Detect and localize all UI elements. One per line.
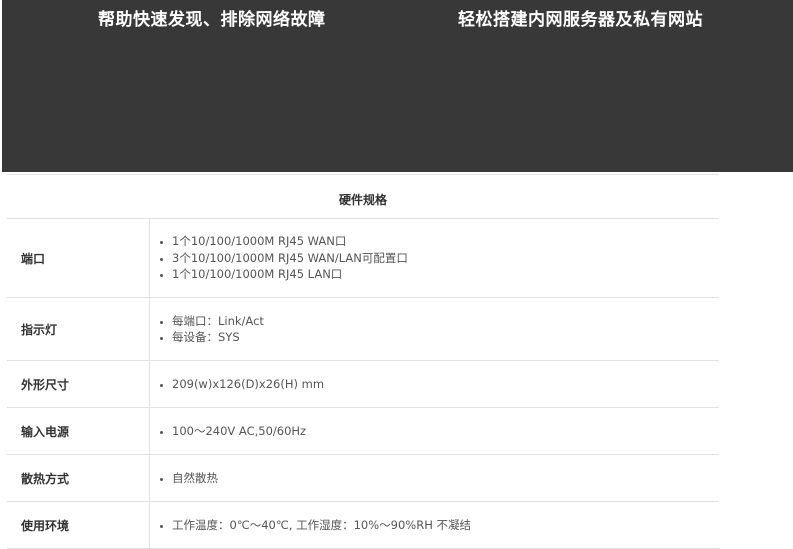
spec-row-ports: 端口 1个10/100/1000M RJ45 WAN口 3个10/100/100…: [7, 219, 719, 298]
spec-item: 工作温度：0℃～40℃, 工作湿度：10%～90%RH 不凝结: [172, 517, 471, 534]
banner-caption-right: 轻松搭建内网服务器及私有网站: [458, 10, 703, 30]
spec-row-indicators: 指示灯 每端口：Link/Act 每设备：SYS: [7, 298, 719, 361]
spec-value: 工作温度：0℃～40℃, 工作湿度：10%～90%RH 不凝结: [150, 502, 719, 548]
spec-item: 3个10/100/1000M RJ45 WAN/LAN可配置口: [172, 250, 408, 267]
spec-row-power: 输入电源 100～240V AC,50/60Hz: [7, 408, 719, 455]
spec-row-environment: 使用环境 工作温度：0℃～40℃, 工作湿度：10%～90%RH 不凝结: [7, 502, 719, 549]
spec-label: 外形尺寸: [7, 361, 150, 407]
spec-label: 散热方式: [7, 455, 150, 501]
spec-value: 209(w)x126(D)x26(H) mm: [150, 361, 719, 407]
spec-value: 每端口：Link/Act 每设备：SYS: [150, 298, 719, 360]
spec-item: 209(w)x126(D)x26(H) mm: [172, 376, 324, 393]
spec-label: 使用环境: [7, 502, 150, 548]
spec-row-cooling: 散热方式 自然散热: [7, 455, 719, 502]
spec-label: 端口: [7, 219, 150, 297]
spec-item: 100～240V AC,50/60Hz: [172, 423, 306, 440]
banner-caption-left: 帮助快速发现、排除网络故障: [98, 10, 326, 30]
spec-value: 自然散热: [150, 455, 719, 501]
spec-item: 1个10/100/1000M RJ45 LAN口: [172, 266, 408, 283]
spec-item: 1个10/100/1000M RJ45 WAN口: [172, 233, 408, 250]
spec-value: 100～240V AC,50/60Hz: [150, 408, 719, 454]
spec-label: 指示灯: [7, 298, 150, 360]
spec-item: 每端口：Link/Act: [172, 313, 264, 330]
spec-item: 每设备：SYS: [172, 329, 264, 346]
spec-label: 输入电源: [7, 408, 150, 454]
spec-value: 1个10/100/1000M RJ45 WAN口 3个10/100/1000M …: [150, 219, 719, 297]
spec-item: 自然散热: [172, 470, 218, 487]
hardware-spec-table: 硬件规格 端口 1个10/100/1000M RJ45 WAN口 3个10/10…: [7, 174, 719, 549]
spec-table-title: 硬件规格: [7, 174, 719, 219]
spec-row-dimensions: 外形尺寸 209(w)x126(D)x26(H) mm: [7, 361, 719, 408]
product-banner: 帮助快速发现、排除网络故障 轻松搭建内网服务器及私有网站: [2, 0, 793, 172]
